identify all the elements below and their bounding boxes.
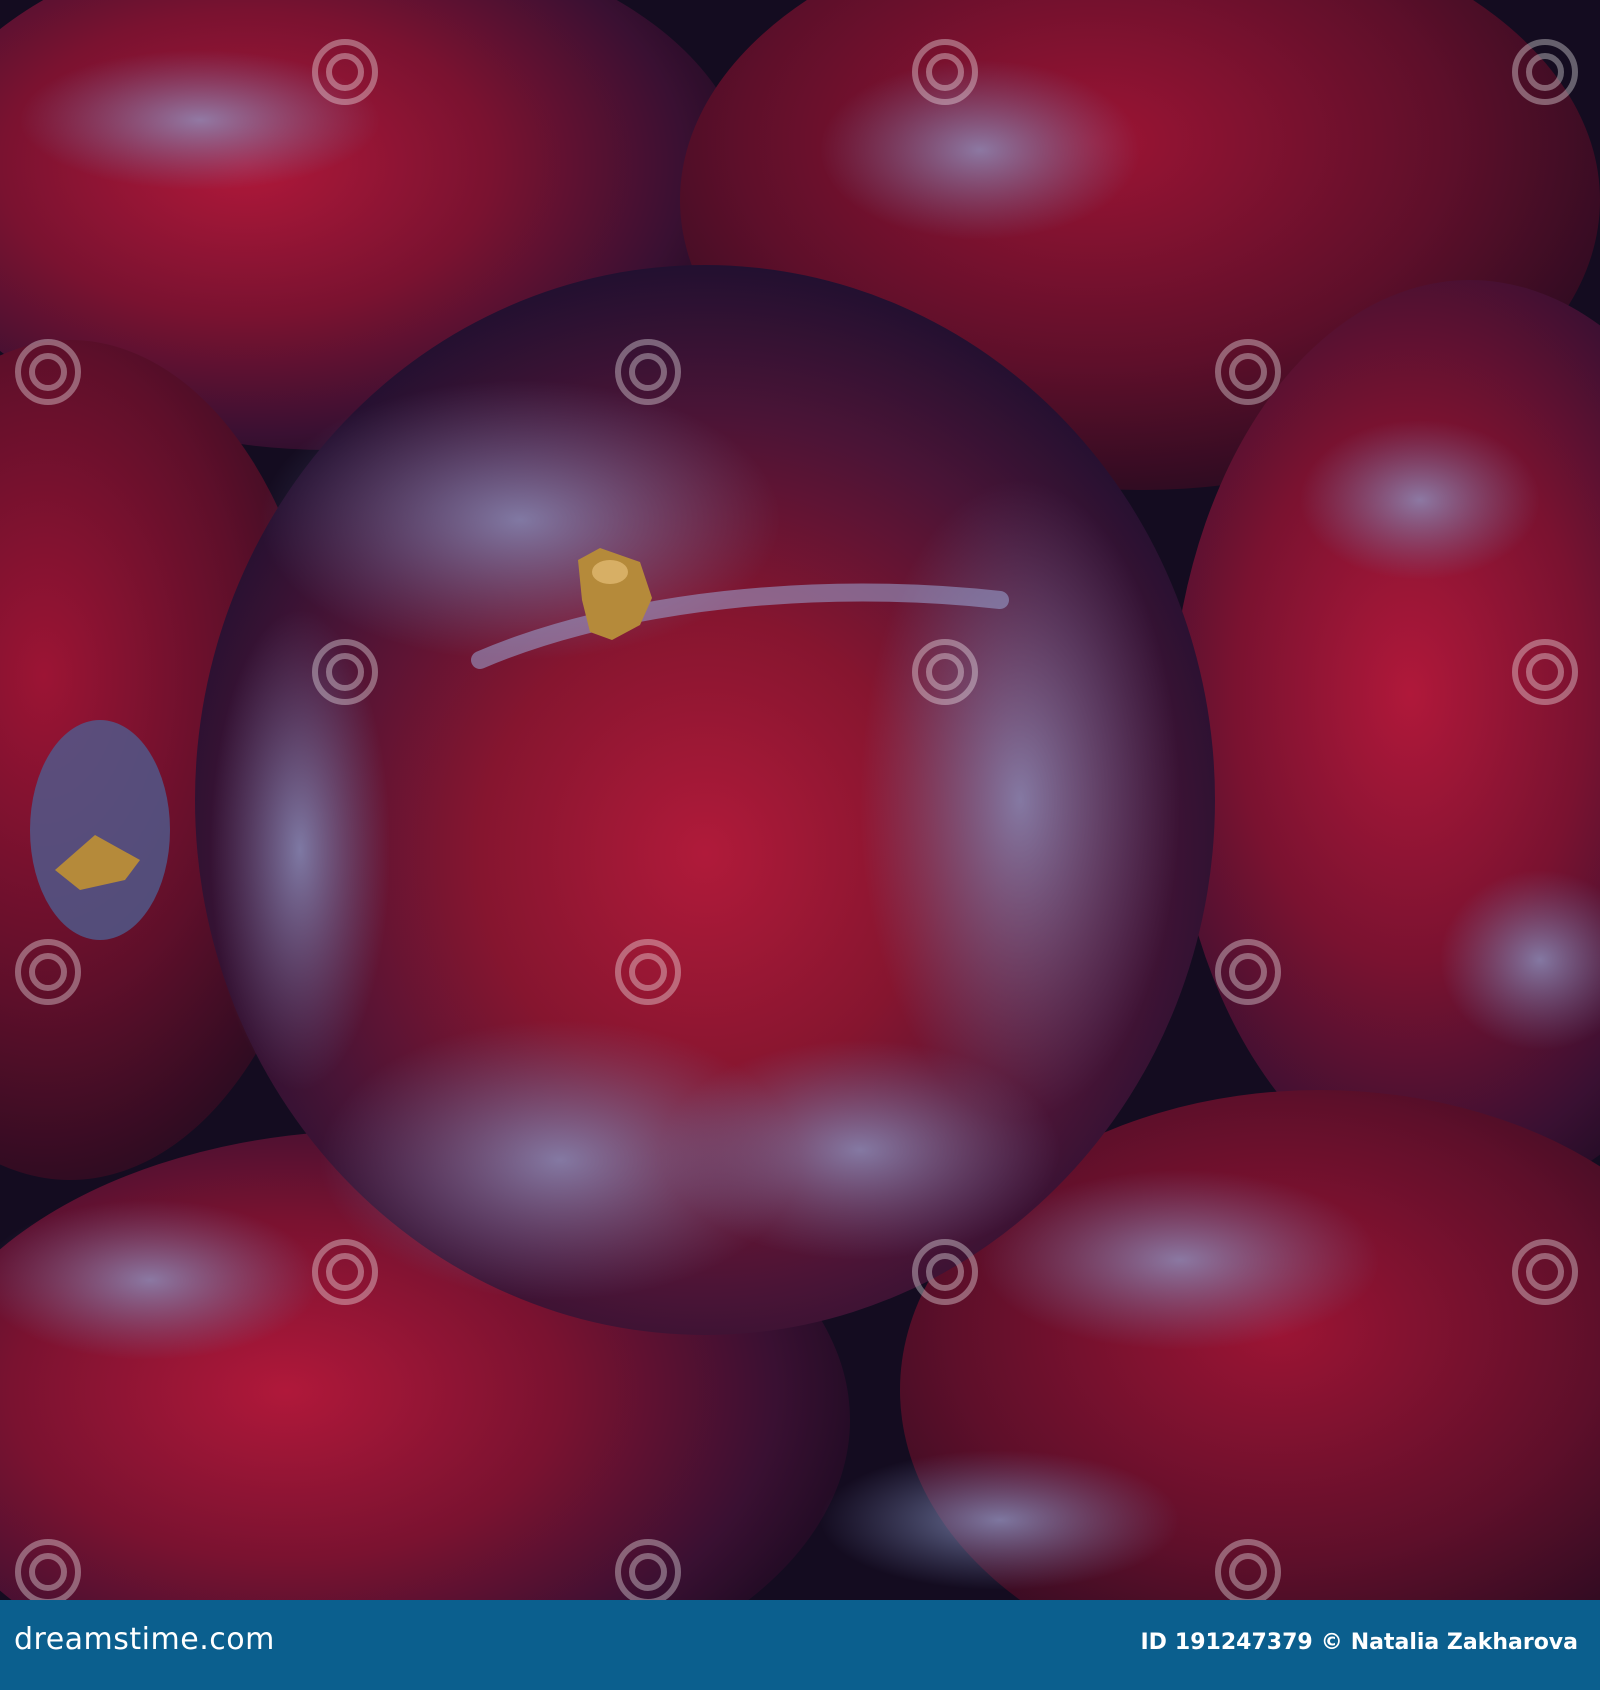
- stock-photo: [0, 0, 1600, 1600]
- id-value: 191247379: [1174, 1630, 1313, 1655]
- image-credit: ID 191247379 © Natalia Zakharova: [1140, 1630, 1578, 1655]
- credit-footer: dreamstime.com ID 191247379 © Natalia Zakha…: [0, 1600, 1600, 1690]
- plums-image: [0, 0, 1600, 1600]
- copyright-symbol: ©: [1320, 1630, 1343, 1655]
- author-name: Natalia Zakharova: [1350, 1630, 1578, 1655]
- id-label: ID: [1140, 1630, 1167, 1655]
- brand-name: dreamstime.com: [14, 1622, 275, 1657]
